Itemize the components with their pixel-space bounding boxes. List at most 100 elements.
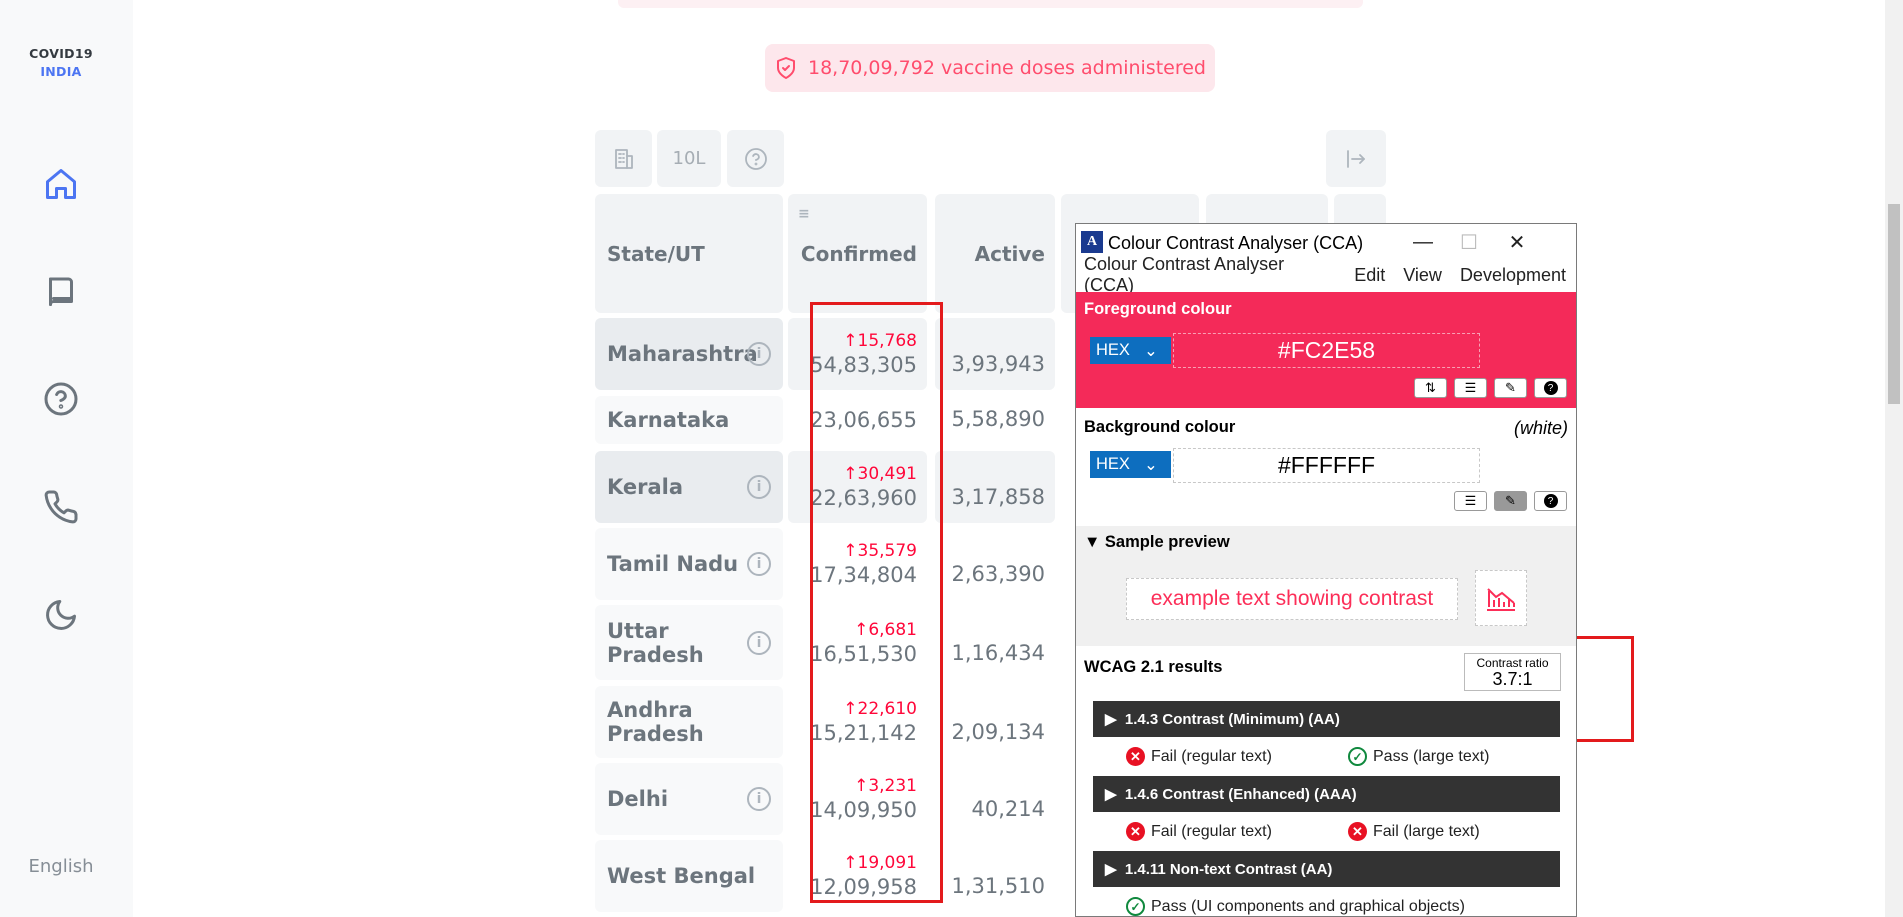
criterion-1-4-11[interactable]: ▶ 1.4.11 Non-text Contrast (AA) [1093,851,1560,887]
header-confirmed[interactable]: ≡ Confirmed [788,194,927,313]
phone-icon[interactable] [40,486,82,528]
scrollbar-thumb[interactable] [1888,204,1900,404]
eyedropper-icon[interactable]: ✎ [1494,378,1527,398]
info-icon[interactable]: i [747,552,771,576]
per-capita-button[interactable]: 10L [657,130,721,187]
header-state[interactable]: State/UT [595,194,783,313]
foreground-format-label: HEX [1096,341,1130,359]
info-icon[interactable]: i [747,342,771,366]
expand-table-button[interactable] [1326,130,1386,187]
criterion-1-4-3-label: 1.4.3 Contrast (Minimum) (AA) [1124,710,1340,728]
background-hex-input[interactable]: #FFFFFF [1173,448,1480,483]
dark-mode-moon-icon[interactable] [40,594,82,636]
fail-icon: ✕ [1126,747,1145,766]
minimize-icon[interactable]: — [1400,224,1446,260]
state-name: Delhi [607,787,669,811]
fail-icon: ✕ [1126,822,1145,841]
result-1-4-6-regular: ✕ Fail (regular text) [1126,822,1272,841]
cca-window: A Colour Contrast Analyser (CCA) — ☐ ✕ C… [1075,223,1577,917]
menu-edit[interactable]: Edit [1354,265,1385,286]
state-cell[interactable]: Tamil Nadu i [595,528,783,600]
vaccine-text: 18,70,09,792 vaccine doses administered [808,57,1206,79]
pass-icon: ✓ [1348,747,1367,766]
wcag-results-panel: WCAG 2.1 results Contrast ratio 3.7:1 ▶ … [1076,646,1576,916]
result-1-4-3-regular: ✕ Fail (regular text) [1126,747,1272,766]
state-cell[interactable]: Karnataka [595,396,783,444]
foreground-format-select[interactable]: HEX ⌄ [1090,337,1171,364]
state-name: Andhra Pradesh [607,698,704,746]
sample-preview-panel: ▼ Sample preview example text showing co… [1076,526,1576,646]
top-banner [618,0,1363,8]
sliders-icon[interactable]: ☰ [1454,491,1487,511]
confirmed-highlight-box [810,302,943,903]
chevron-down-icon: ⌄ [1143,341,1158,360]
background-format-select[interactable]: HEX ⌄ [1090,451,1171,478]
page-scrollbar[interactable] [1885,0,1903,917]
contrast-ratio-value: 3.7:1 [1492,669,1533,689]
foreground-label: Foreground colour [1084,300,1232,318]
result-1-4-11: ✓ Pass (UI components and graphical objec… [1126,897,1465,916]
district-toggle-button[interactable] [595,130,652,187]
state-cell[interactable]: Andhra Pradesh [595,686,783,758]
chevron-down-icon: ⌄ [1143,455,1158,474]
sample-text: example text showing contrast [1126,578,1458,620]
result-text: Pass (large text) [1373,747,1490,765]
criterion-1-4-6[interactable]: ▶ 1.4.6 Contrast (Enhanced) (AAA) [1093,776,1560,812]
header-active[interactable]: Active [935,194,1055,313]
state-cell[interactable]: West Bengal [595,840,783,912]
fail-icon: ✕ [1348,822,1367,841]
state-name: Kerala [607,475,684,499]
close-icon[interactable]: ✕ [1494,224,1540,260]
swap-colours-icon[interactable]: ⇅ [1414,378,1447,398]
active-cell: 5,58,890 [951,407,1045,431]
state-cell[interactable]: Kerala i [595,451,783,523]
header-confirmed-label: Confirmed [800,241,917,266]
active-cell: 3,17,858 [935,451,1055,523]
maximize-icon[interactable]: ☐ [1446,224,1492,260]
result-text: Pass (UI components and graphical object… [1151,897,1465,915]
result-text: Fail (regular text) [1151,822,1272,840]
menu-development[interactable]: Development [1460,265,1566,286]
state-name: Maharashtra [607,342,758,366]
help-icon[interactable] [40,378,82,420]
state-cell[interactable]: Uttar Pradesh i [595,605,783,680]
question-circle-icon [744,147,767,170]
active-cell: 3,93,943 [935,318,1055,390]
background-panel: Background colour (white) HEX ⌄ #FFFFFF ☰… [1076,408,1576,526]
help-icon[interactable]: ? [1534,491,1567,511]
info-icon[interactable]: i [747,475,771,499]
active-cell: 1,16,434 [951,640,1045,665]
menu-view[interactable]: View [1403,265,1442,286]
cca-title: Colour Contrast Analyser (CCA) [1108,233,1364,253]
book-icon[interactable] [40,270,82,312]
sample-preview-toggle[interactable]: ▼ Sample preview [1084,533,1230,552]
info-icon[interactable]: i [747,787,771,811]
language-selector[interactable]: English [0,856,122,877]
result-1-4-3-large: ✓ Pass (large text) [1348,747,1489,766]
active-cell: 2,63,390 [951,562,1045,586]
app-logo[interactable]: COVID19 INDIA [0,45,122,81]
result-text: Fail (regular text) [1151,747,1272,765]
info-icon[interactable]: i [747,630,771,655]
help-icon[interactable]: ? [1534,378,1567,398]
per-capita-label: 10L [672,148,706,169]
state-cell[interactable]: Delhi i [595,763,783,835]
criterion-1-4-3[interactable]: ▶ 1.4.3 Contrast (Minimum) (AA) [1093,701,1560,737]
wcag-label: WCAG 2.1 results [1084,658,1223,676]
state-name: Karnataka [607,408,730,432]
criterion-1-4-6-label: 1.4.6 Contrast (Enhanced) (AAA) [1124,785,1357,803]
state-cell[interactable]: Maharashtra i [595,318,783,390]
building-icon [614,148,633,169]
foreground-hex-input[interactable]: #FC2E58 [1173,333,1480,368]
cca-app-icon: A [1081,231,1103,253]
sliders-icon[interactable]: ☰ [1454,378,1487,398]
menu-app[interactable]: Colour Contrast Analyser (CCA) [1084,254,1336,296]
table-help-button[interactable] [727,130,784,187]
vaccine-banner: 18,70,09,792 vaccine doses administered [765,44,1215,92]
background-format-label: HEX [1096,455,1130,473]
result-text: Fail (large text) [1373,822,1480,840]
eyedropper-icon[interactable]: ✎ [1494,491,1527,511]
home-icon[interactable] [40,163,82,205]
contrast-ratio-box: Contrast ratio 3.7:1 [1464,653,1561,691]
header-active-label: Active [974,241,1045,266]
